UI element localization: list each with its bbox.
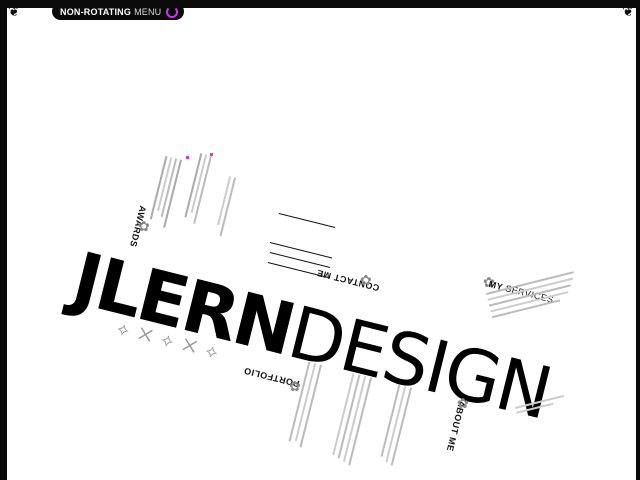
rotating-stage: AWARDS ✿ CONTACT ME ✿ JLERNDESIGN ⟡✕⟡✕⟡ … — [0, 0, 640, 480]
awards-text-block-2 — [183, 153, 212, 224]
about-text-col — [327, 372, 372, 466]
awards-text-block-3 — [215, 176, 236, 237]
services-text-block — [486, 271, 580, 319]
contact-flourish-icon: ✿ — [360, 272, 372, 288]
accent-dot — [186, 156, 189, 159]
about-flourish-icon: ✿ — [457, 395, 469, 411]
awards-flourish-icon: ✿ — [138, 218, 150, 234]
contact-field-line[interactable] — [269, 242, 333, 259]
contact-field-line[interactable] — [278, 213, 336, 229]
accent-dot — [210, 153, 213, 156]
awards-text-block — [146, 155, 182, 228]
